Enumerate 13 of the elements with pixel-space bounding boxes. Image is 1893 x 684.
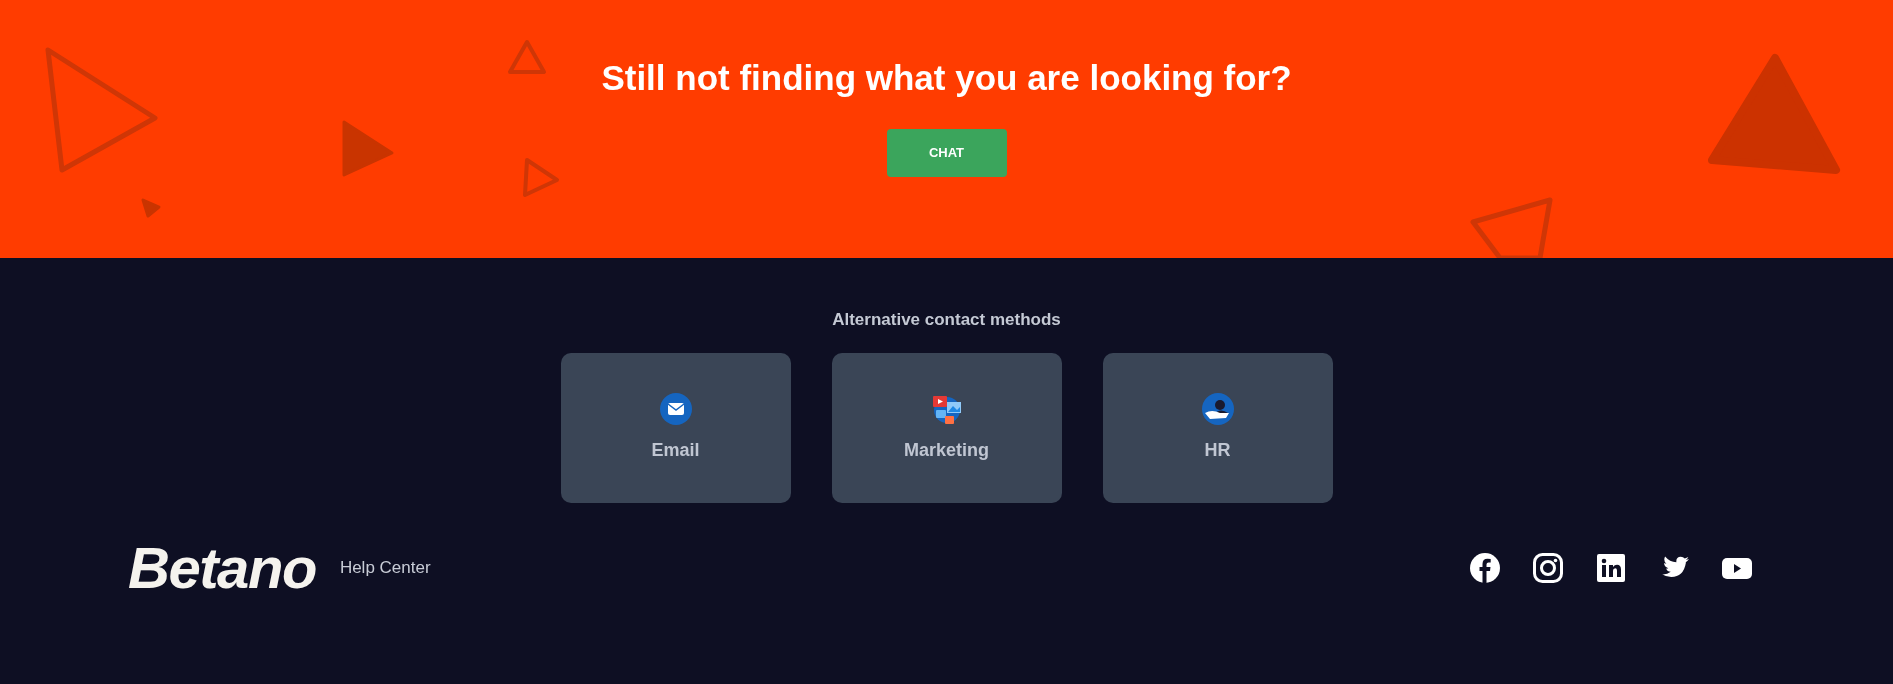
linkedin-icon[interactable]: [1595, 551, 1627, 584]
instagram-icon[interactable]: [1532, 551, 1564, 584]
contact-card[interactable]: Email: [560, 352, 791, 503]
banner-title: Still not finding what you are looking for?: [601, 57, 1292, 99]
contact-card[interactable]: Marketing: [831, 352, 1062, 503]
logo[interactable]: Betano: [128, 542, 316, 593]
help-center-link[interactable]: Help Center: [339, 554, 431, 581]
section-heading: Alternative contact methods: [832, 309, 1061, 331]
chat-button[interactable]: CHAT: [886, 129, 1007, 177]
contact-card[interactable]: HR: [1102, 352, 1333, 503]
envelope-icon: [659, 392, 692, 425]
hand-holding-person-icon: [1201, 392, 1234, 425]
facebook-icon[interactable]: [1469, 551, 1501, 584]
